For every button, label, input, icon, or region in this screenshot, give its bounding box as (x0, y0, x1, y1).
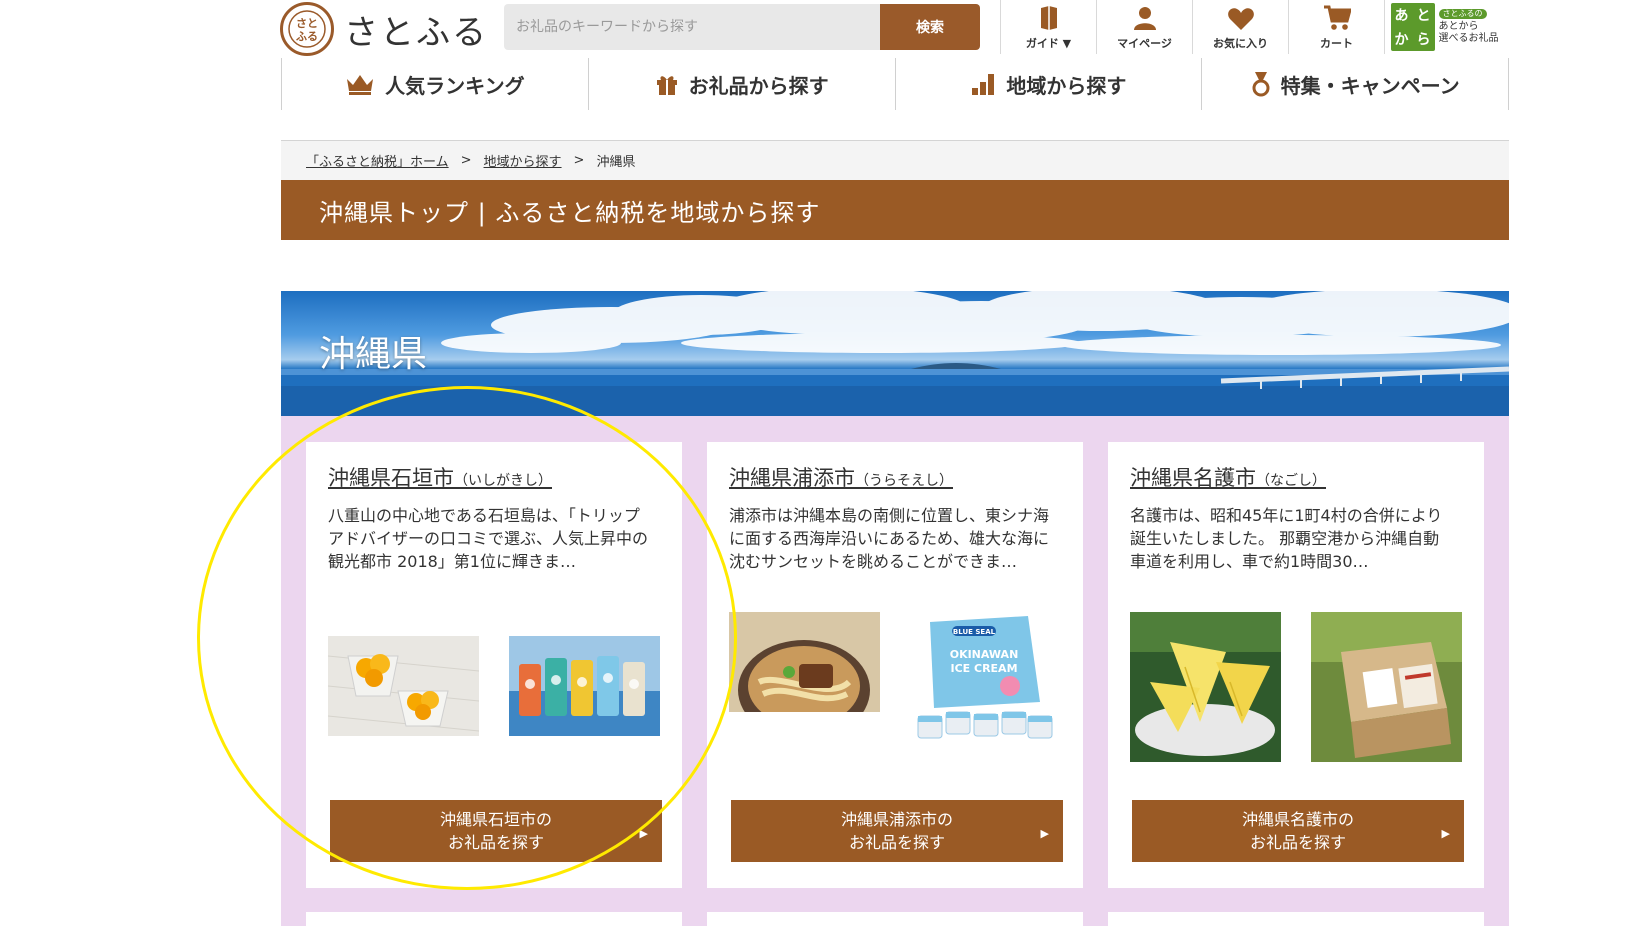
button-line1: 沖縄県浦添市の (840, 810, 953, 829)
gift-box-image[interactable] (1311, 612, 1462, 762)
nav-campaign-label: 特集・キャンペーン (1280, 73, 1460, 98)
banner-title: 沖縄県 (319, 334, 428, 375)
find-gifts-button[interactable]: 沖縄県石垣市の お礼品を探す ▶ (330, 800, 662, 862)
breadcrumb-home[interactable]: 「ふるさと納税」ホーム (306, 151, 449, 170)
breadcrumb-region[interactable]: 地域から探す (484, 151, 562, 170)
crown-icon (347, 75, 374, 95)
arrow-right-icon: ▶ (1040, 827, 1049, 840)
craft-beer-cans-image[interactable] (509, 636, 660, 736)
page-title-bar: 沖縄県トップ | ふるさと納税を地域から探す (281, 180, 1509, 240)
main-nav: 人気ランキング お礼品から探す 地域から探す 特集・キャンペーン (281, 58, 1509, 110)
card-title-link[interactable]: 沖縄県浦添市（うらそえし） (729, 462, 953, 492)
atokara-char: と (1416, 8, 1431, 24)
util-guide[interactable]: ガイド ▼ (1000, 0, 1096, 54)
breadcrumb-separator: > (573, 153, 585, 168)
region-banner: 沖縄県 (281, 291, 1509, 416)
atokara-badge: あ と か ら (1390, 3, 1435, 51)
page: さと ふる さとふる 検索 ガイド ▼ マイページ お気に入り カート (0, 0, 1649, 926)
card-title-link[interactable]: 沖縄県石垣市（いしがきし） (328, 462, 552, 492)
breadcrumb-separator: > (460, 153, 472, 168)
util-mypage[interactable]: マイページ (1096, 0, 1192, 54)
util-cart-label: カート (1320, 37, 1353, 50)
search-input[interactable] (504, 4, 880, 50)
find-gifts-button[interactable]: 沖縄県浦添市の お礼品を探す ▶ (731, 800, 1063, 862)
button-line2: お礼品を探す (1249, 833, 1346, 852)
card-description: 名護市は、昭和45年に1町4村の合併により誕生いたしました。 那覇空港から沖縄自… (1130, 506, 1443, 571)
mango-dessert-image[interactable] (328, 636, 479, 736)
nav-ranking[interactable]: 人気ランキング (281, 58, 588, 110)
card-title-kana: （なごし） (1256, 473, 1326, 489)
nav-campaign[interactable]: 特集・キャンペーン (1201, 58, 1509, 110)
card-title-link[interactable]: 沖縄県名護市（なごし） (1130, 462, 1326, 492)
util-mypage-label: マイページ (1117, 37, 1172, 50)
nav-region-label: 地域から探す (1006, 73, 1127, 98)
svg-text:さと: さと (296, 17, 318, 30)
find-gifts-button[interactable]: 沖縄県名護市の お礼品を探す ▶ (1132, 800, 1464, 862)
user-icon (1133, 7, 1156, 30)
card-title-kana: （いしがきし） (454, 473, 552, 489)
atokara-pill: さとふるの (1438, 9, 1487, 20)
seascape-image (281, 291, 1509, 416)
atokara-banner[interactable]: あ と か ら さとふるの あとから 選べるお礼品 (1384, 0, 1504, 54)
atokara-line2: 選べるお礼品 (1438, 33, 1499, 45)
site-logo[interactable]: さと ふる さとふる (280, 2, 488, 56)
button-line1: 沖縄県名護市の (1241, 810, 1354, 829)
heart-icon (1227, 8, 1254, 30)
product-label-line1: OKINAWAN (950, 648, 1019, 661)
atokara-char: ら (1416, 32, 1431, 48)
municipality-card: 沖縄県名護市（なごし） 名護市は、昭和45年に1町4村の合併により誕生いたしまし… (1108, 442, 1484, 888)
municipality-card-next (1108, 912, 1484, 926)
municipality-card-next (306, 912, 682, 926)
product-label-line2: ICE CREAM (950, 662, 1017, 675)
logo-mark: さと ふる (280, 2, 334, 56)
card-title: 沖縄県浦添市 (729, 466, 855, 490)
brand-label: BLUE SEAL (953, 628, 996, 636)
region-icon (972, 74, 995, 95)
breadcrumb: 「ふるさと納税」ホーム > 地域から探す > 沖縄県 (281, 140, 1509, 180)
atokara-line1: あとから (1438, 20, 1479, 32)
search-button[interactable]: 検索 (880, 4, 980, 50)
util-guide-label: ガイド ▼ (1025, 37, 1072, 50)
page-title: 沖縄県トップ | ふるさと納税を地域から探す (319, 198, 821, 227)
button-line2: お礼品を探す (848, 833, 945, 852)
logo-text: さとふる (344, 12, 488, 53)
atokara-char: あ (1394, 8, 1409, 24)
arrow-right-icon: ▶ (639, 827, 648, 840)
municipality-card-next (707, 912, 1083, 926)
utility-nav: ガイド ▼ マイページ お気に入り カート あ と か ら さとふるの あとから… (1000, 0, 1504, 54)
nav-region[interactable]: 地域から探す (894, 58, 1202, 110)
util-cart[interactable]: カート (1288, 0, 1384, 54)
pineapple-image[interactable] (1130, 612, 1281, 762)
util-favorites-label: お気に入り (1213, 37, 1268, 50)
arrow-right-icon: ▶ (1441, 827, 1450, 840)
svg-text:ふる: ふる (296, 30, 318, 43)
nav-gifts[interactable]: お礼品から探す (587, 58, 895, 110)
okinawa-soba-image[interactable] (729, 612, 880, 712)
medal-icon (1252, 72, 1270, 97)
ice-cream-box-image[interactable]: BLUE SEAL OKINAWAN ICE CREAM (910, 612, 1061, 762)
nav-ranking-label: 人気ランキング (385, 73, 525, 98)
card-title: 沖縄県石垣市 (328, 466, 454, 490)
card-description: 八重山の中心地である石垣島は、「トリップアドバイザーの口コミで選ぶ、人気上昇中の… (328, 506, 649, 571)
breadcrumb-current: 沖縄県 (596, 155, 636, 170)
card-title-kana: （うらそえし） (855, 473, 953, 489)
municipality-card: 沖縄県浦添市（うらそえし） 浦添市は沖縄本島の南側に位置し、東シナ海に面する西海… (707, 442, 1083, 888)
search-bar: 検索 (504, 4, 980, 50)
card-description: 浦添市は沖縄本島の南側に位置し、東シナ海に面する西海岸沿いにあるため、雄大な海に… (729, 506, 1050, 571)
util-favorites[interactable]: お気に入り (1192, 0, 1288, 54)
cart-icon (1323, 5, 1351, 30)
button-line1: 沖縄県石垣市の (439, 810, 552, 829)
atokara-char: か (1394, 32, 1409, 48)
municipality-cards: 沖縄県石垣市（いしがきし） 八重山の中心地である石垣島は、「トリップアドバイザー… (281, 416, 1509, 926)
card-title: 沖縄県名護市 (1130, 466, 1256, 490)
municipality-card: 沖縄県石垣市（いしがきし） 八重山の中心地である石垣島は、「トリップアドバイザー… (306, 442, 682, 888)
logo-mark-icon: さと ふる (288, 10, 326, 48)
gift-icon (656, 76, 677, 95)
button-line2: お礼品を探す (447, 833, 544, 852)
atokara-text: さとふるの あとから 選べるお礼品 (1438, 8, 1499, 46)
book-icon (1040, 6, 1057, 30)
nav-gifts-label: お礼品から探す (688, 73, 829, 98)
